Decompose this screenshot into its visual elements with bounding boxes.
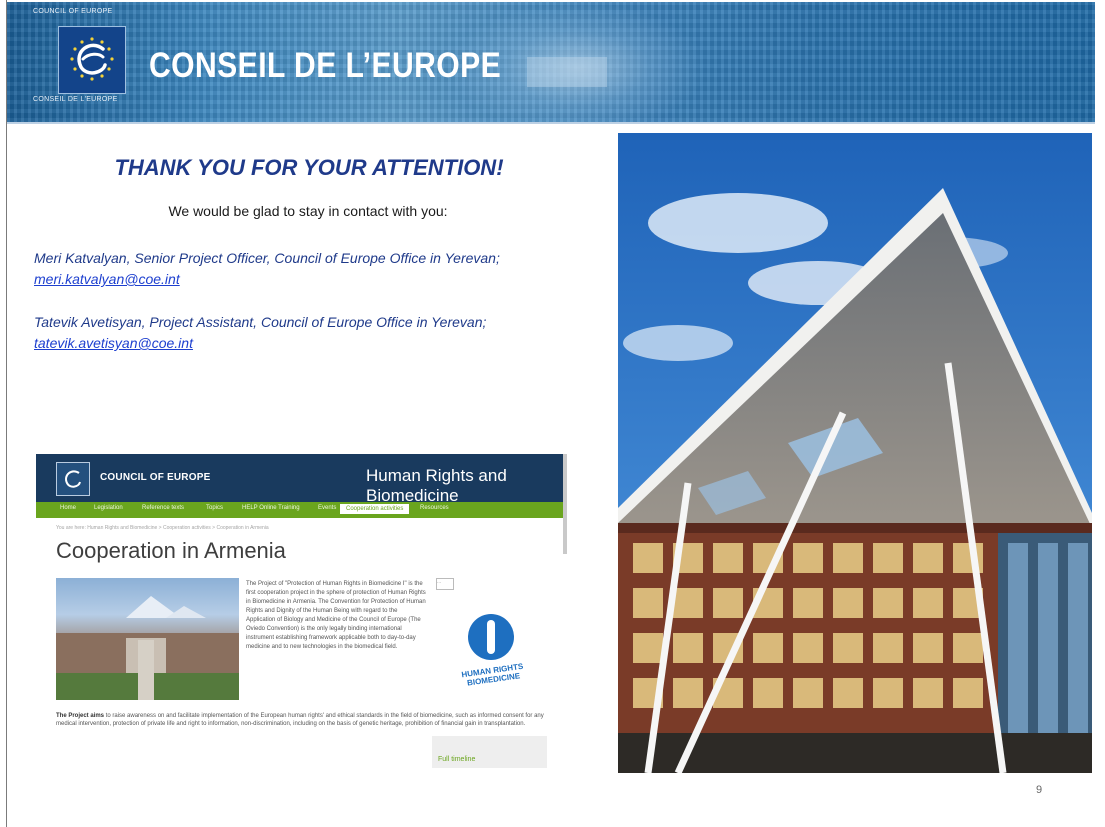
logo-small-text-bottom: CONSEIL DE L'EUROPE <box>33 96 118 103</box>
website-logo-icon <box>56 462 90 496</box>
nav-resources[interactable]: Resources <box>420 505 449 511</box>
coe-logo-icon <box>58 26 126 94</box>
website-project-aims: The Project aims to raise awareness on a… <box>56 712 546 728</box>
nav-home[interactable]: Home <box>60 505 76 511</box>
website-intro-text: The Project of "Protection of Human Righ… <box>246 581 426 650</box>
building-photo <box>618 133 1092 773</box>
slide-border-left <box>6 0 7 827</box>
thank-you-heading: THANK YOU FOR YOUR ATTENTION! <box>114 155 504 180</box>
website-title: Human Rights and Biomedicine <box>366 466 507 505</box>
website-nav: Home Legislation Reference texts Topics … <box>36 502 567 518</box>
hrb-logo-text: HUMAN RIGHTS BIOMEDICINE <box>460 661 524 688</box>
slide: COUNCIL OF EUROPE CONSEIL DE L'EUROPE CO… <box>0 0 1105 827</box>
logo-small-text-top: COUNCIL OF EUROPE <box>33 8 113 15</box>
website-breadcrumb: You are here: Human Rights and Biomedici… <box>56 525 269 531</box>
contact-meri-line: Meri Katvalyan, Senior Project Officer, … <box>34 250 500 266</box>
hrb-more-box[interactable]: ... <box>436 578 454 590</box>
header-banner: COUNCIL OF EUROPE CONSEIL DE L'EUROPE CO… <box>7 2 1095 122</box>
website-heading: Cooperation in Armenia <box>56 538 286 563</box>
page-number: 9 <box>1036 784 1043 796</box>
nav-cooperation[interactable]: Cooperation activities <box>340 504 410 514</box>
contact-intro: We would be glad to stay in contact with… <box>168 203 448 219</box>
full-timeline-link[interactable]: Full timeline <box>438 756 475 763</box>
nav-events[interactable]: Events <box>318 505 336 511</box>
website-header: COUNCIL OF EUROPE Human Rights and Biome… <box>36 454 567 505</box>
nav-legislation[interactable]: Legislation <box>94 505 123 511</box>
website-brand: COUNCIL OF EUROPE <box>100 472 211 483</box>
contact-meri: Meri Katvalyan, Senior Project Officer, … <box>34 248 500 290</box>
contact-meri-email-link[interactable]: meri.katvalyan@coe.int <box>34 271 180 287</box>
nav-help-training[interactable]: HELP Online Training <box>242 505 300 511</box>
contact-tatevik-line: Tatevik Avetisyan, Project Assistant, Co… <box>34 314 487 330</box>
contact-tatevik-email-link[interactable]: tatevik.avetisyan@coe.int <box>34 335 193 351</box>
project-aims-label: The Project aims <box>56 713 105 719</box>
contact-tatevik: Tatevik Avetisyan, Project Assistant, Co… <box>34 312 486 354</box>
hrb-panel: ... HUMAN RIGHTS BIOMEDICINE <box>432 578 547 728</box>
banner-divider <box>7 122 1095 124</box>
banner-podium <box>527 57 607 87</box>
website-screenshot: COUNCIL OF EUROPE Human Rights and Biome… <box>36 454 567 768</box>
timeline-box: Full timeline <box>432 736 547 768</box>
website-scrollbar <box>563 454 567 554</box>
nav-topics[interactable]: Topics <box>206 505 223 511</box>
nav-reference-texts[interactable]: Reference texts <box>142 505 184 511</box>
project-aims-text: to raise awareness on and facilitate imp… <box>56 713 544 727</box>
banner-title: CONSEIL DE L’EUROPE <box>149 46 502 85</box>
human-rights-biomedicine-logo-icon <box>468 614 514 660</box>
yerevan-photo <box>56 578 239 700</box>
